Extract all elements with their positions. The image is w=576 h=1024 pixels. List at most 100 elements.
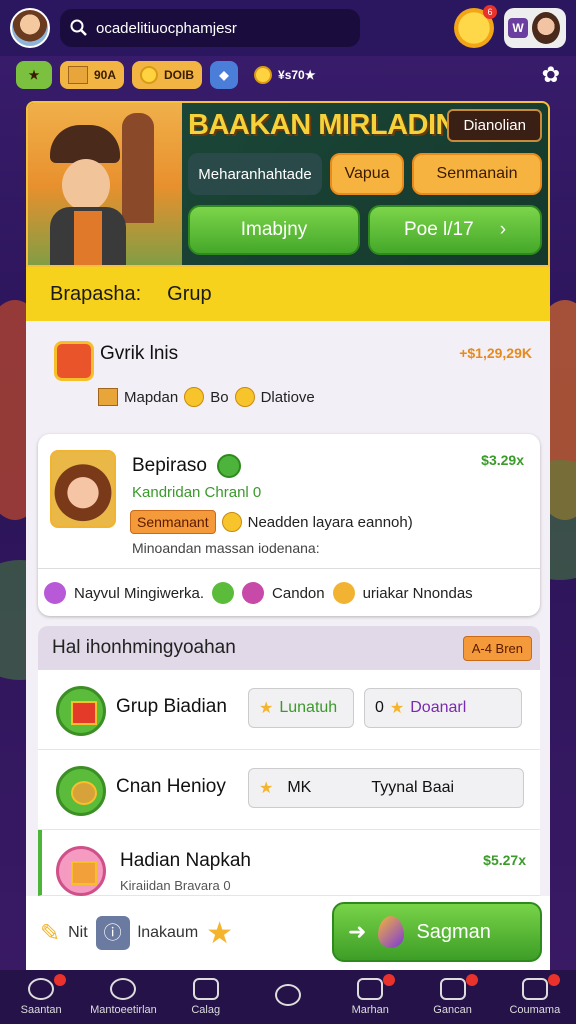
coin-icon (254, 66, 273, 84)
user-avatar[interactable] (10, 8, 50, 48)
hero-tag-button[interactable]: Dianolian (447, 109, 542, 142)
row-sub-1: Mapdan (124, 388, 179, 406)
settings-gear-icon[interactable]: ✿ (542, 62, 560, 88)
primary-action-label: Sagman (416, 920, 491, 943)
list-item-sub: Kiraiidan Bravara 0 (120, 878, 231, 893)
hero-orange-button-2[interactable]: Senmanain (412, 153, 542, 195)
row-amount: +$1,29,29K (459, 345, 532, 361)
list-pill-2-label: Tyynal Baai (371, 779, 455, 796)
hero-character-image (28, 103, 182, 265)
box-icon (68, 66, 88, 84)
hero-orange-button-2-label: Senmanain (436, 165, 518, 182)
book-icon (54, 341, 94, 381)
list-item-title: Hadian Napkah (120, 850, 251, 871)
card-bottom-3: uriakar Nnondas (362, 584, 473, 602)
hero-green-button-2[interactable]: Poe l/17 › (368, 205, 542, 255)
player-pill[interactable]: Senmanant (130, 510, 216, 534)
smile-icon (234, 387, 255, 407)
search-input[interactable]: ocadelitiuocphamjesr (60, 9, 360, 47)
blue-resource[interactable]: ◆ (210, 61, 239, 89)
star-resource[interactable]: ★ (16, 61, 52, 89)
nav-label: Gancan (433, 1004, 472, 1016)
resource-bar: ★ 90A DOIB ◆ ¥s70★ ✿ (16, 56, 560, 94)
primary-action-button[interactable]: ➜ Sagman (332, 902, 542, 962)
list-pill-2-prefix: 0 (375, 699, 384, 716)
nav-item-shop[interactable]: Coumama (494, 970, 576, 1024)
star-icon: ★ (28, 68, 40, 82)
coin-icon (221, 512, 242, 532)
nav-label: Calag (191, 1004, 221, 1016)
player-avatar (50, 450, 116, 528)
section-tag[interactable]: A-4 Bren (462, 635, 532, 661)
nav-label: Mantoeetirlan (90, 1004, 157, 1016)
drop-gem-icon (378, 916, 405, 948)
section-title: Hal ihonhmingyoahan (52, 637, 236, 658)
star-box-icon: ★ (389, 700, 405, 717)
nav-label: Saantan (20, 1004, 62, 1016)
player-card[interactable]: Bepiraso $3.29x Kandridan Chranl 0 Senma… (38, 434, 540, 616)
arrow-up-icon: ➜ (348, 919, 367, 944)
list-pill-1[interactable]: ★ MK Tyynal Baai (248, 768, 524, 808)
nav-item-market[interactable]: Marhan (329, 970, 411, 1024)
close-icon[interactable] (212, 582, 235, 604)
gift-pink-icon (56, 846, 106, 896)
nav-label: Coumama (509, 1004, 561, 1016)
hero-green-button-2-label: Poe l/17 (403, 219, 474, 240)
list-pill-1[interactable]: ★ Lunatuh (248, 688, 354, 728)
sun-reward-icon[interactable]: 6 (454, 5, 497, 48)
gift-circle-icon (56, 686, 106, 736)
nav-label: Marhan (351, 1004, 389, 1016)
list-item[interactable]: Hadian Napkah $5.27x Kiraiidan Bravara 0 (38, 830, 540, 896)
star-icon: ★ (259, 700, 274, 717)
action-label-2: lnakaum (137, 924, 199, 941)
home-globe-icon (28, 978, 55, 1000)
bag-icon (521, 978, 548, 1000)
player-amount: $3.29x (481, 452, 524, 468)
star-favorite-icon[interactable]: ★ (206, 916, 233, 951)
note-icon[interactable]: ✎ (40, 919, 60, 948)
gold-resource-value: DOIB (164, 68, 195, 82)
coin-resource[interactable]: ¥s70★ (246, 61, 323, 89)
nav-item-store[interactable]: Calag (165, 970, 247, 1024)
category-strip: Brapasha: Grup (26, 267, 550, 321)
top-bar: ocadelitiuocphamjesr 6 W (0, 0, 576, 56)
nav-item-search[interactable]: Mantoeetirlan (82, 970, 164, 1024)
nav-badge (383, 974, 396, 986)
nav-item-game[interactable]: Gancan (411, 970, 493, 1024)
list-item[interactable]: Cnan Henioy ★ MK Tyynal Baai (38, 750, 540, 830)
profile-chip[interactable]: W (504, 8, 566, 48)
horn-circle-icon (56, 766, 106, 816)
list-pill-1-label: MK (287, 779, 312, 796)
store-icon (192, 978, 219, 1000)
card-bottom-1: Nayvul Mingiwerka. (74, 584, 205, 602)
row-sub-3: Dlatiove (260, 388, 315, 406)
info-button[interactable]: ⓘ (95, 916, 130, 950)
hero-dark-button[interactable]: Meharanhahtade (188, 153, 322, 195)
clock-icon (274, 984, 301, 1006)
gold-coin-icon (140, 66, 159, 84)
section-header: Hal ihonhmingyoahan A-4 Bren (38, 626, 540, 670)
nav-item-home[interactable]: Saantan (0, 970, 82, 1024)
list-pill-2[interactable]: 0 ★ Doanarl (364, 688, 522, 728)
card-bottom-row: Nayvul Mingiwerka. Candon uriakar Nnonda… (44, 576, 534, 610)
list-item[interactable]: Grup Biadian ★ Lunatuh 0 ★ Doanarl (38, 670, 540, 750)
category-value[interactable]: Grup (167, 283, 211, 306)
list-item-top[interactable]: Gvrik lnis +$1,29,29K Mapdan Bo Dlatiove (26, 321, 550, 431)
nav-badge (465, 974, 478, 986)
row-sub-2: Bo (210, 388, 229, 406)
hero-banner: BAAKAN MIRLADIN Dianolian Meharanhahtade… (26, 101, 550, 267)
card-bottom-2: Candon (272, 584, 325, 602)
coin-icon (184, 387, 205, 407)
list-item-title: Cnan Henioy (116, 776, 226, 797)
list-item-title: Grup Biadian (116, 696, 227, 717)
notification-badge: 6 (483, 5, 497, 19)
gold-resource[interactable]: DOIB (132, 61, 203, 89)
nav-item-timer[interactable] (247, 970, 329, 1024)
nav-badge (547, 974, 560, 986)
hero-orange-button-1[interactable]: Vapua (330, 153, 404, 195)
box-resource[interactable]: 90A (60, 61, 125, 89)
gem-icon: ◆ (219, 68, 229, 82)
w-logo-icon: W (508, 18, 528, 38)
hero-green-button-1[interactable]: Imabjny (188, 205, 360, 255)
verified-check-icon (217, 454, 241, 478)
